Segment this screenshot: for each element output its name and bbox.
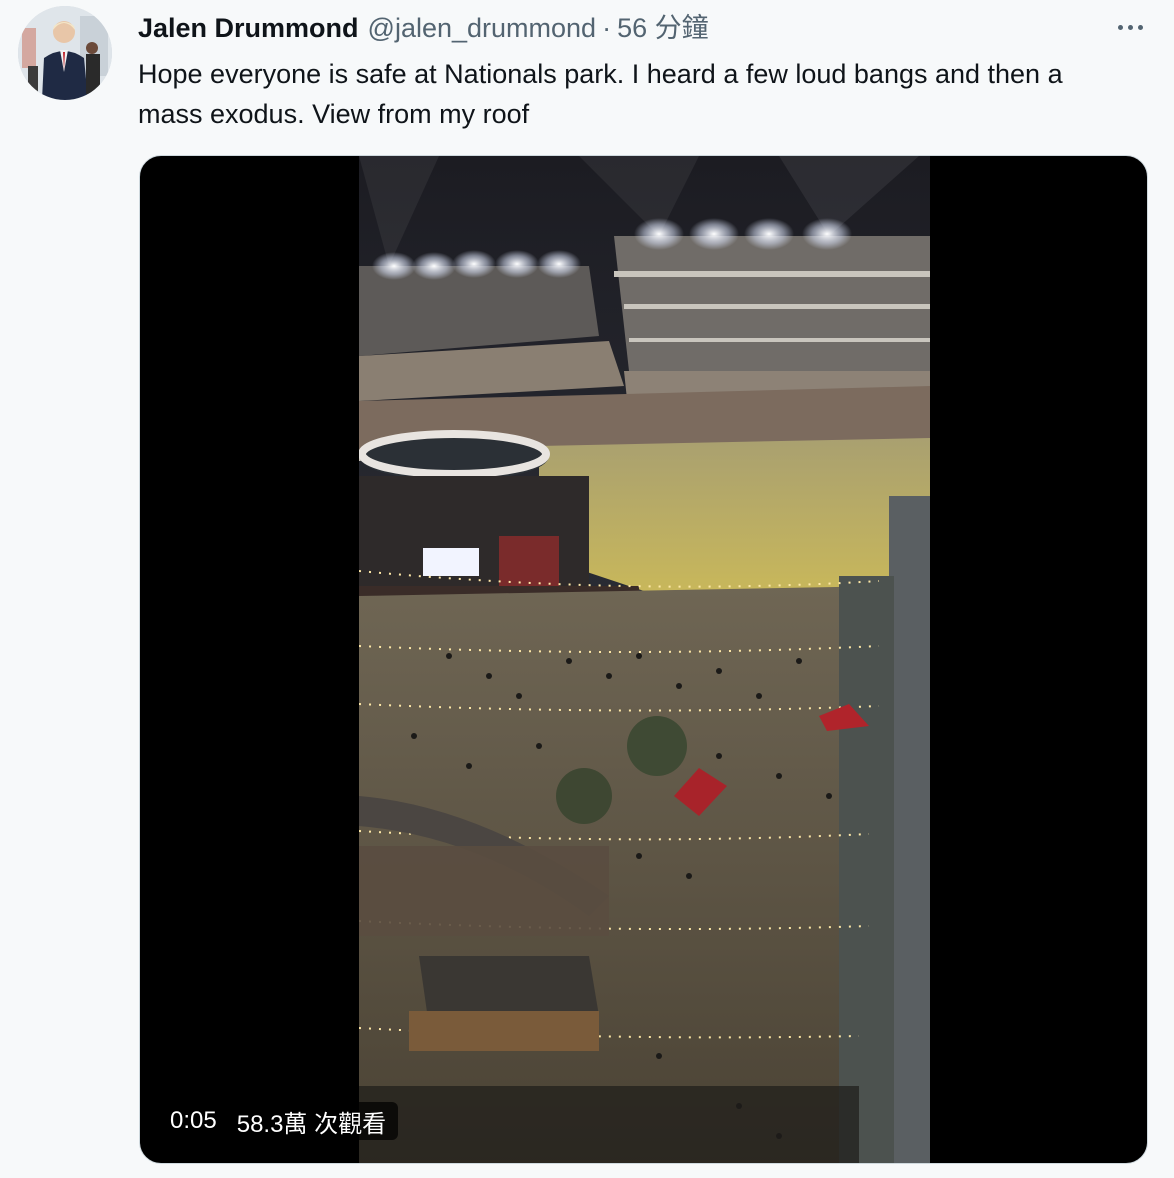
avatar[interactable] — [18, 6, 112, 100]
dot-1 — [1117, 24, 1123, 30]
tweet-header: Jalen Drummond @jalen_drummond · 56 分鐘 — [138, 10, 709, 46]
more-options-button[interactable] — [1108, 12, 1152, 42]
video-player[interactable]: 0:05 58.3萬 次觀看 — [139, 155, 1148, 1164]
tweet-text: Hope everyone is safe at Nationals park.… — [138, 59, 1063, 129]
more-horizontal-icon — [1115, 24, 1145, 30]
display-name[interactable]: Jalen Drummond — [138, 10, 359, 46]
dot-3 — [1137, 24, 1143, 30]
video-info-overlay: 0:05 58.3萬 次觀看 — [158, 1102, 399, 1140]
dot-2 — [1127, 24, 1133, 30]
separator: · — [602, 13, 612, 43]
timestamp[interactable]: 56 分鐘 — [617, 10, 709, 46]
video-view-count: 58.3萬 次觀看 — [236, 1110, 387, 1138]
video-thumbnail — [359, 156, 930, 1163]
video-time: 0:05 — [170, 1107, 217, 1134]
avatar-image — [18, 6, 112, 100]
video-frame[interactable] — [359, 156, 930, 1163]
tweet: Jalen Drummond @jalen_drummond · 56 分鐘 H… — [0, 0, 1174, 1178]
user-handle[interactable]: @jalen_drummond — [368, 10, 597, 46]
